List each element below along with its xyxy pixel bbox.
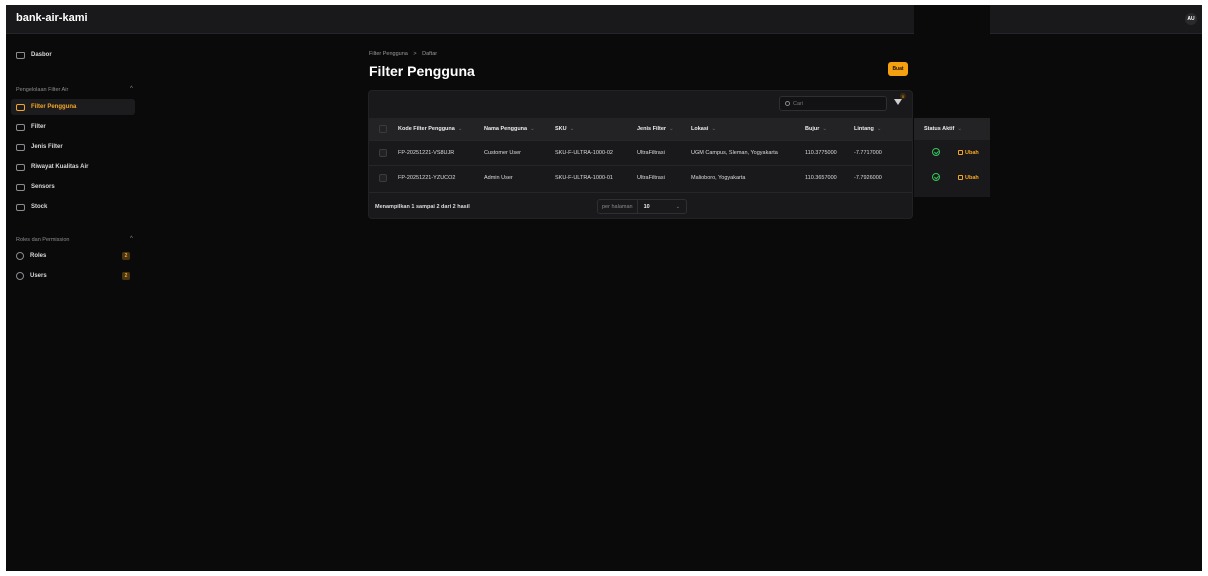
cell-nama: Admin User xyxy=(484,175,513,181)
sidebar-item-sensors[interactable]: Sensors xyxy=(11,179,135,195)
sidebar-item-label: Users xyxy=(30,273,47,279)
brand-logo[interactable]: bank-air-kami xyxy=(16,12,88,24)
column-header-nama[interactable]: Nama Pengguna ⌄ xyxy=(484,118,535,140)
chevron-down-icon: ⌄ xyxy=(457,126,463,132)
box-icon xyxy=(16,123,25,131)
breadcrumb-link[interactable]: Filter Pengguna xyxy=(369,51,408,57)
user-avatar[interactable]: AU xyxy=(1185,13,1197,25)
top-bar: bank-air-kami AU xyxy=(6,5,1202,34)
sidebar-item-label: Filter Pengguna xyxy=(31,104,77,110)
chart-icon xyxy=(16,163,25,171)
chevron-down-icon: ⌄ xyxy=(530,126,535,132)
count-badge: 2 xyxy=(122,252,130,260)
shield-icon xyxy=(16,252,24,260)
sidebar: Dasbor Pengelolaan Filter Air ^ Filter P… xyxy=(6,34,141,571)
per-page-label: per halaman xyxy=(598,200,638,213)
box-icon xyxy=(16,143,25,151)
sidebar-item-label: Roles xyxy=(30,253,47,259)
chevron-down-icon: ⌄ xyxy=(711,126,717,132)
status-active-icon xyxy=(932,148,940,156)
filter-icon[interactable] xyxy=(894,99,902,105)
search-placeholder: Cari xyxy=(793,100,804,107)
cell-lintang: -7.7926000 xyxy=(854,175,882,181)
chevron-down-icon: ⌄ xyxy=(569,126,575,132)
sidebar-item-dasbor[interactable]: Dasbor xyxy=(11,47,135,63)
table-card: Cari 0 Kode Filter Pengguna ⌄ Nama Penggu… xyxy=(368,90,913,219)
table-header: Kode Filter Pengguna ⌄ Nama Pengguna ⌄ SKU… xyxy=(369,118,912,140)
breadcrumb-separator: > xyxy=(413,51,417,57)
cell-bujur: 110.3657000 xyxy=(805,175,837,181)
cell-nama: Customer User xyxy=(484,150,521,156)
sidebar-group-label: Pengelolaan Filter Air xyxy=(16,87,69,93)
chevron-down-icon: ⌄ xyxy=(957,126,962,132)
sidebar-item-label: Jenis Filter xyxy=(31,144,63,150)
per-page-value: 10 xyxy=(643,203,650,210)
filter-count-badge: 0 xyxy=(900,93,906,99)
edit-icon xyxy=(958,175,963,180)
sidebar-item-label: Stock xyxy=(31,204,48,210)
count-badge: 2 xyxy=(122,272,130,280)
users-icon xyxy=(16,272,24,280)
pagination-summary: Menampilkan 1 sampai 2 dari 2 hasil xyxy=(375,204,470,210)
sidebar-item-riwayat-kualitas-air[interactable]: Riwayat Kualitas Air xyxy=(11,159,135,175)
cell-kode: FP-20251221-YZUCO2 xyxy=(398,175,456,181)
chevron-down-icon: ⌄ xyxy=(876,126,882,132)
cell-jenis: UltraFiltrasi xyxy=(637,175,665,181)
column-header-lintang[interactable]: Lintang ⌄ xyxy=(854,118,881,140)
create-button[interactable]: Buat xyxy=(888,62,908,76)
column-header-sku[interactable]: SKU ⌄ xyxy=(555,118,574,140)
column-header-jenis[interactable]: Jenis Filter ⌄ xyxy=(637,118,674,140)
table-row[interactable]: FP-20251221-YZUCO2 Admin User SKU-F-ULTR… xyxy=(369,165,912,190)
chevron-up-icon[interactable]: ^ xyxy=(130,236,133,242)
cell-kode: FP-20251221-VS8UJR xyxy=(398,150,455,156)
chevron-up-icon[interactable]: ^ xyxy=(130,86,133,92)
column-header-kode[interactable]: Kode Filter Pengguna ⌄ xyxy=(398,118,462,140)
edit-button[interactable]: Ubah xyxy=(958,165,979,190)
chevron-down-icon: ⌄ xyxy=(822,126,827,132)
sidebar-group-label: Roles dan Permission xyxy=(16,237,70,243)
column-header-bujur[interactable]: Bujur ⌄ xyxy=(805,118,827,140)
column-header-status[interactable]: Status Aktif ⌄ xyxy=(924,118,962,140)
sidebar-item-stock[interactable]: Stock xyxy=(11,199,135,215)
cell-lokasi: Malioboro, Yogyakarta xyxy=(691,175,746,181)
cell-bujur: 110.3775000 xyxy=(805,150,837,156)
table-row[interactable]: FP-20251221-VS8UJR Customer User SKU-F-U… xyxy=(369,140,912,165)
status-active-icon xyxy=(932,173,940,181)
sidebar-item-label: Sensors xyxy=(31,184,55,190)
box-icon xyxy=(16,183,25,191)
sidebar-item-filter-pengguna[interactable]: Filter Pengguna xyxy=(11,99,135,115)
chevron-down-icon: ⌄ xyxy=(669,126,674,132)
sidebar-item-label: Dasbor xyxy=(31,52,52,58)
row-checkbox[interactable] xyxy=(379,149,387,157)
table-footer: Menampilkan 1 sampai 2 dari 2 hasil per … xyxy=(369,192,912,219)
row-checkbox[interactable] xyxy=(379,174,387,182)
search-input[interactable]: Cari xyxy=(779,96,887,111)
box-icon xyxy=(16,103,25,111)
cell-sku: SKU-F-ULTRA-1000-01 xyxy=(555,175,613,181)
chevron-down-icon: ⌄ xyxy=(675,203,680,210)
edit-button[interactable]: Ubah xyxy=(958,140,979,165)
box-icon xyxy=(16,203,25,211)
cell-lokasi: UGM Campus, Sleman, Yogyakarta xyxy=(691,150,778,156)
column-header-lokasi[interactable]: Lokasi ⌄ xyxy=(691,118,716,140)
cell-jenis: UltraFiltrasi xyxy=(637,150,665,156)
app-window: bank-air-kami AU Dasbor Pengelolaan Filt… xyxy=(6,5,1202,571)
cell-lintang: -7.7717000 xyxy=(854,150,882,156)
sidebar-item-label: Filter xyxy=(31,124,46,130)
cell-sku: SKU-F-ULTRA-1000-02 xyxy=(555,150,613,156)
page-title: Filter Pengguna xyxy=(369,63,475,79)
breadcrumb-current: Daftar xyxy=(422,51,438,57)
search-icon xyxy=(785,101,790,106)
sidebar-item-users[interactable]: Users 2 xyxy=(11,268,135,284)
sidebar-item-filter[interactable]: Filter xyxy=(11,119,135,135)
home-icon xyxy=(16,51,25,59)
edit-icon xyxy=(958,150,963,155)
per-page-select[interactable]: per halaman 10 ⌄ xyxy=(597,199,687,214)
select-all-checkbox[interactable] xyxy=(379,125,387,133)
breadcrumb: Filter Pengguna > Daftar xyxy=(369,51,437,57)
top-bar-gap xyxy=(914,5,990,34)
sidebar-item-jenis-filter[interactable]: Jenis Filter xyxy=(11,139,135,155)
sidebar-item-roles[interactable]: Roles 2 xyxy=(11,248,135,264)
sidebar-item-label: Riwayat Kualitas Air xyxy=(31,164,89,170)
